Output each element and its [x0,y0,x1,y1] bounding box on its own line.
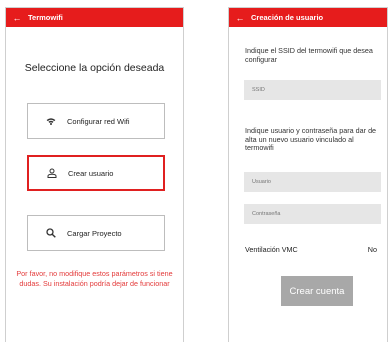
warning-message: Por favor, no modifique estos parámetros… [16,269,173,288]
search-icon [43,226,59,240]
app-bar-title: Creación de usuario [251,13,324,22]
create-user-screen: ← Creación de usuario Indique el SSID de… [228,7,388,342]
vmc-row[interactable]: Ventilación VMC No [245,245,377,254]
app-bar-title: Termowifi [28,13,63,22]
user-icon [44,166,60,180]
arrow-left-icon[interactable]: ← [6,13,28,23]
app-bar: ← Creación de usuario [229,8,387,27]
vmc-value[interactable]: No [368,245,377,254]
user-instructions: Indique usuario y contraseña para dar de… [245,126,377,152]
page-title: Seleccione la opción deseada [24,62,165,74]
wifi-icon [43,114,59,128]
configure-wifi-label: Configurar red Wifi [67,116,130,126]
username-input[interactable] [244,172,381,192]
password-input[interactable] [244,204,381,224]
create-user-label: Crear usuario [68,168,114,178]
ssid-instructions: Indique el SSID del termowifi que desea … [245,46,373,64]
create-user-button[interactable]: Crear usuario [27,155,165,191]
create-account-button[interactable]: Crear cuenta [281,276,353,306]
ssid-input[interactable] [244,80,381,100]
configure-wifi-button[interactable]: Configurar red Wifi [27,103,165,139]
load-project-button[interactable]: Cargar Proyecto [27,215,165,251]
termowifi-menu-screen: ← Termowifi Seleccione la opción deseada… [5,7,184,342]
app-bar: ← Termowifi [6,8,183,27]
vmc-label: Ventilación VMC [245,245,298,254]
load-project-label: Cargar Proyecto [67,228,122,238]
arrow-left-icon[interactable]: ← [229,13,251,23]
